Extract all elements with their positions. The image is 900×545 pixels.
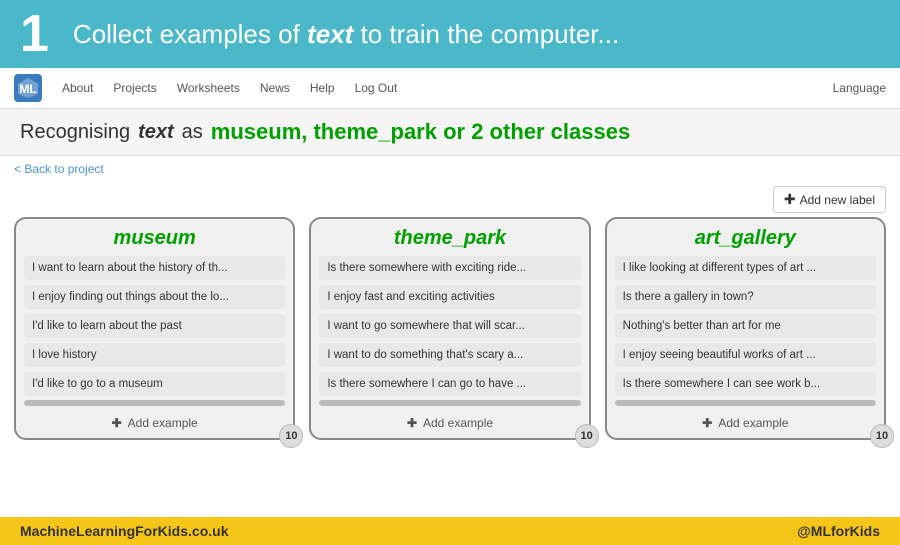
subtitle-prefix: Recognising	[20, 121, 130, 144]
list-item[interactable]: I enjoy fast and exciting activities	[319, 285, 580, 309]
header-title-after: to train the computer...	[353, 19, 619, 49]
list-item[interactable]: I want to learn about the history of th.…	[24, 256, 285, 280]
list-item[interactable]: I want to do something that's scary a...	[319, 343, 580, 367]
header-banner: 1 Collect examples of text to train the …	[0, 0, 900, 68]
add-example-button-art_gallery[interactable]: ✚ Add example	[615, 416, 876, 430]
subtitle-classes: museum, theme_park or 2 other classes	[211, 119, 630, 145]
list-item[interactable]: I enjoy finding out things about the lo.…	[24, 285, 285, 309]
plus-icon: ✚	[112, 416, 122, 430]
nav-projects[interactable]: Projects	[105, 77, 164, 99]
list-item[interactable]: Is there somewhere I can go to have ...	[319, 372, 580, 396]
svg-text:ML: ML	[19, 82, 36, 96]
subtitle-text-label: text	[138, 121, 174, 144]
subtitle-bar: Recognising text as museum, theme_park o…	[0, 109, 900, 156]
nav-about[interactable]: About	[54, 77, 101, 99]
column-museum: museum I want to learn about the history …	[14, 217, 295, 440]
list-item[interactable]: I'd like to go to a museum	[24, 372, 285, 396]
list-item[interactable]: I want to go somewhere that will scar...	[319, 314, 580, 338]
add-example-button-museum[interactable]: ✚ Add example	[24, 416, 285, 430]
nav-help[interactable]: Help	[302, 77, 343, 99]
nav-worksheets[interactable]: Worksheets	[169, 77, 248, 99]
add-example-label: Add example	[128, 416, 198, 430]
step-number: 1	[20, 8, 49, 60]
column-theme_park: theme_park Is there somewhere with exciti…	[309, 217, 590, 440]
scrollbar[interactable]	[319, 400, 580, 406]
column-art_gallery: art_gallery I like looking at different t…	[605, 217, 886, 440]
add-label-text: Add new label	[800, 193, 875, 207]
list-item[interactable]: I'd like to learn about the past	[24, 314, 285, 338]
header-title-before: Collect examples of	[73, 19, 307, 49]
example-list-theme_park: Is there somewhere with exciting ride...…	[319, 256, 580, 396]
columns-area: museum I want to learn about the history …	[0, 217, 900, 448]
list-item[interactable]: I love history	[24, 343, 285, 367]
subtitle-middle: as	[182, 121, 203, 144]
scrollbar[interactable]	[24, 400, 285, 406]
back-link[interactable]: < Back to project	[0, 156, 900, 182]
list-item[interactable]: I like looking at different types of art…	[615, 256, 876, 280]
example-list-museum: I want to learn about the history of th.…	[24, 256, 285, 396]
column-header-museum: museum	[24, 227, 285, 250]
list-item[interactable]: Is there a gallery in town?	[615, 285, 876, 309]
plus-icon: ✚	[702, 416, 712, 430]
add-label-button[interactable]: ✚ Add new label	[773, 186, 886, 213]
list-item[interactable]: I enjoy seeing beautiful works of art ..…	[615, 343, 876, 367]
list-item[interactable]: Is there somewhere with exciting ride...	[319, 256, 580, 280]
logo-icon: ML	[14, 74, 42, 102]
nav-logout[interactable]: Log Out	[347, 77, 406, 99]
footer-right: @MLforKids	[797, 523, 880, 539]
navbar: ML About Projects Worksheets News Help L…	[0, 68, 900, 109]
add-label-area: ✚ Add new label	[0, 182, 900, 217]
header-title: Collect examples of text to train the co…	[73, 19, 619, 50]
footer: MachineLearningForKids.co.uk @MLforKids	[0, 517, 900, 545]
count-badge: 10	[279, 424, 303, 448]
count-badge: 10	[575, 424, 599, 448]
nav-news[interactable]: News	[252, 77, 298, 99]
header-text-bold: text	[307, 19, 353, 49]
add-example-label: Add example	[718, 416, 788, 430]
count-badge: 10	[870, 424, 894, 448]
nav-language[interactable]: Language	[833, 81, 886, 95]
plus-icon: ✚	[784, 191, 796, 208]
example-list-art_gallery: I like looking at different types of art…	[615, 256, 876, 396]
add-example-label: Add example	[423, 416, 493, 430]
scrollbar[interactable]	[615, 400, 876, 406]
column-header-art_gallery: art_gallery	[615, 227, 876, 250]
list-item[interactable]: Nothing's better than art for me	[615, 314, 876, 338]
column-header-theme_park: theme_park	[319, 227, 580, 250]
footer-left: MachineLearningForKids.co.uk	[20, 523, 228, 539]
add-example-button-theme_park[interactable]: ✚ Add example	[319, 416, 580, 430]
list-item[interactable]: Is there somewhere I can see work b...	[615, 372, 876, 396]
plus-icon: ✚	[407, 416, 417, 430]
